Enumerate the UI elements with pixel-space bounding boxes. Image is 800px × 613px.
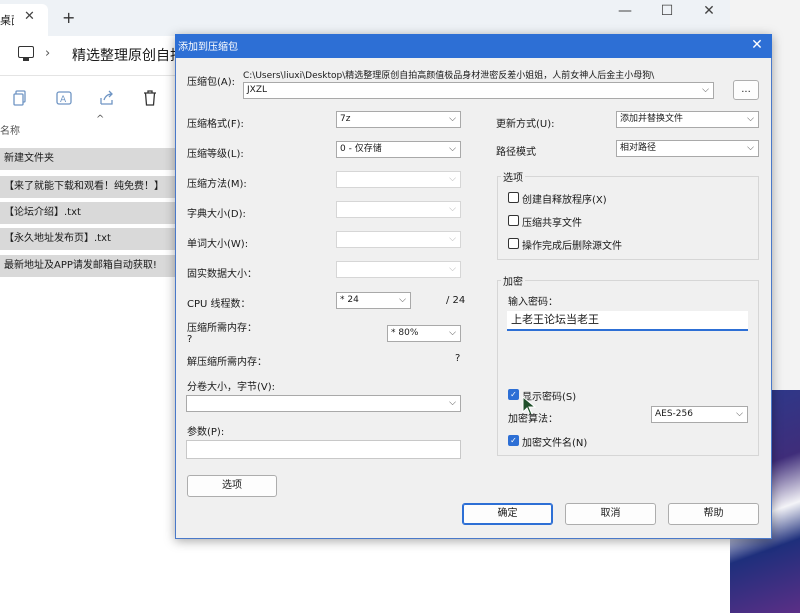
mem-sub-value: ? bbox=[187, 334, 193, 345]
params-input[interactable] bbox=[186, 440, 461, 459]
method-label: 压缩方法(M): bbox=[187, 179, 247, 190]
cancel-button[interactable]: 取消 bbox=[565, 503, 656, 525]
mem-combo[interactable]: * 80% ⌵ bbox=[387, 325, 461, 342]
chevron-right-icon[interactable]: › bbox=[45, 46, 50, 61]
minimize-icon[interactable]: — bbox=[604, 0, 646, 22]
chevron-down-icon: ⌵ bbox=[449, 144, 456, 154]
window-close-icon[interactable]: ✕ bbox=[688, 0, 730, 22]
address-path[interactable]: 精选整理原创自拍 bbox=[72, 45, 176, 65]
dialog-close-icon[interactable]: ✕ bbox=[746, 35, 768, 55]
params-label: 参数(P): bbox=[187, 427, 225, 438]
word-combo: ⌵ bbox=[336, 231, 461, 248]
options-button[interactable]: 选项 bbox=[187, 475, 277, 497]
help-button[interactable]: 帮助 bbox=[668, 503, 759, 525]
update-combo[interactable]: 添加并替换文件 ⌵ bbox=[616, 111, 759, 128]
computer-icon-stand bbox=[23, 58, 29, 61]
password-input[interactable]: 上老王论坛当老王 bbox=[507, 311, 748, 331]
chevron-down-icon: ⌵ bbox=[449, 234, 456, 244]
archive-label: 压缩包(A): bbox=[187, 77, 236, 88]
computer-icon[interactable] bbox=[18, 46, 34, 58]
level-combo[interactable]: 0 - 仅存储 ⌵ bbox=[336, 141, 461, 158]
method-combo: ⌵ bbox=[336, 171, 461, 188]
cpu-label: CPU 线程数： bbox=[187, 299, 251, 310]
svg-text:A: A bbox=[60, 95, 67, 105]
encrypt-names-label[interactable]: 加密文件名(N) bbox=[522, 434, 587, 449]
format-combo[interactable]: 7z ⌵ bbox=[336, 111, 461, 128]
column-header-name[interactable]: 名称 bbox=[0, 122, 20, 137]
sort-indicator-icon[interactable]: ^ bbox=[96, 114, 104, 125]
explorer-tab-title: 桌面 bbox=[0, 14, 14, 27]
volume-label: 分卷大小，字节(V): bbox=[187, 382, 276, 393]
shared-checkbox[interactable] bbox=[508, 215, 519, 226]
path-mode-combo[interactable]: 相对路径 ⌵ bbox=[616, 140, 759, 157]
file-row[interactable]: 【论坛介绍】.txt bbox=[0, 202, 175, 224]
file-row[interactable]: 【来了就能下载和观看！纯免费！】 bbox=[0, 176, 175, 198]
password-label: 输入密码： bbox=[508, 297, 558, 308]
solid-combo: ⌵ bbox=[336, 261, 461, 278]
rename-icon[interactable]: A bbox=[55, 90, 73, 108]
chevron-down-icon: ⌵ bbox=[449, 328, 456, 338]
path-mode-label: 路径模式 bbox=[496, 147, 536, 158]
level-label: 压缩等级(L): bbox=[187, 149, 244, 160]
dialog-title-bar bbox=[175, 34, 772, 58]
shared-label[interactable]: 压缩共享文件 bbox=[522, 214, 582, 229]
format-value: 7z bbox=[340, 114, 351, 124]
enc-method-label: 加密算法： bbox=[508, 414, 558, 425]
word-label: 单词大小(W): bbox=[187, 239, 249, 250]
level-value: 0 - 仅存储 bbox=[340, 144, 382, 154]
cpu-value: * 24 bbox=[340, 295, 359, 305]
chevron-down-icon: ⌵ bbox=[702, 85, 709, 95]
archive-name-value: JXZL bbox=[247, 85, 267, 95]
decomp-label: 解压缩所需内存： bbox=[187, 357, 267, 368]
update-value: 添加并替换文件 bbox=[620, 114, 684, 124]
chevron-down-icon: ⌵ bbox=[399, 295, 406, 305]
mem-label: 压缩所需内存： bbox=[187, 323, 257, 334]
cpu-total: / 24 bbox=[446, 295, 466, 306]
mem-value: * 80% bbox=[391, 328, 419, 338]
chevron-down-icon: ⌵ bbox=[449, 264, 456, 274]
options-group-title: 选项 bbox=[501, 169, 525, 184]
sfx-label[interactable]: 创建自释放程序(X) bbox=[522, 191, 607, 206]
chevron-down-icon: ⌵ bbox=[747, 114, 754, 124]
chevron-down-icon: ⌵ bbox=[449, 398, 456, 408]
decomp-value: ? bbox=[455, 353, 461, 364]
encrypt-names-checkbox[interactable]: ✓ bbox=[508, 435, 519, 446]
maximize-icon[interactable]: ☐ bbox=[646, 0, 688, 22]
chevron-down-icon: ⌵ bbox=[449, 174, 456, 184]
dict-label: 字典大小(D): bbox=[187, 209, 246, 220]
dict-combo: ⌵ bbox=[336, 201, 461, 218]
ok-button[interactable]: 确定 bbox=[462, 503, 553, 525]
delete-after-checkbox[interactable] bbox=[508, 238, 519, 249]
update-label: 更新方式(U): bbox=[496, 119, 555, 130]
chevron-down-icon: ⌵ bbox=[449, 114, 456, 124]
archive-path: C:\Users\liuxi\Desktop\精选整理原创自拍高颜值极品身材泄密… bbox=[243, 71, 655, 81]
enc-method-combo[interactable]: AES-256 ⌵ bbox=[651, 406, 748, 423]
delete-icon[interactable] bbox=[141, 90, 159, 108]
delete-after-label[interactable]: 操作完成后删除源文件 bbox=[522, 237, 622, 252]
volume-combo[interactable]: ⌵ bbox=[186, 395, 461, 412]
share-icon[interactable] bbox=[98, 90, 116, 108]
encryption-group-title: 加密 bbox=[501, 273, 525, 288]
close-tab-icon[interactable]: ✕ bbox=[24, 9, 35, 24]
solid-label: 固实数据大小： bbox=[187, 269, 257, 280]
file-row[interactable]: 新建文件夹 bbox=[0, 148, 175, 170]
dialog-title: 添加到压缩包 bbox=[178, 42, 238, 53]
file-row[interactable]: 最新地址及APP请发邮箱自动获取! bbox=[0, 255, 175, 277]
show-password-checkbox[interactable]: ✓ bbox=[508, 389, 519, 400]
new-tab-icon[interactable]: + bbox=[62, 8, 75, 27]
archive-name-combo[interactable]: JXZL ⌵ bbox=[243, 82, 714, 99]
enc-method-value: AES-256 bbox=[655, 409, 693, 419]
browse-button[interactable]: ... bbox=[733, 80, 759, 100]
file-row[interactable]: 【永久地址发布页】.txt bbox=[0, 228, 175, 250]
chevron-down-icon: ⌵ bbox=[747, 143, 754, 153]
path-mode-value: 相对路径 bbox=[620, 143, 657, 153]
cpu-combo[interactable]: * 24 ⌵ bbox=[336, 292, 411, 309]
copy-icon[interactable] bbox=[11, 90, 29, 108]
chevron-down-icon: ⌵ bbox=[736, 409, 743, 419]
format-label: 压缩格式(F): bbox=[187, 119, 244, 130]
sfx-checkbox[interactable] bbox=[508, 192, 519, 203]
chevron-down-icon: ⌵ bbox=[449, 204, 456, 214]
